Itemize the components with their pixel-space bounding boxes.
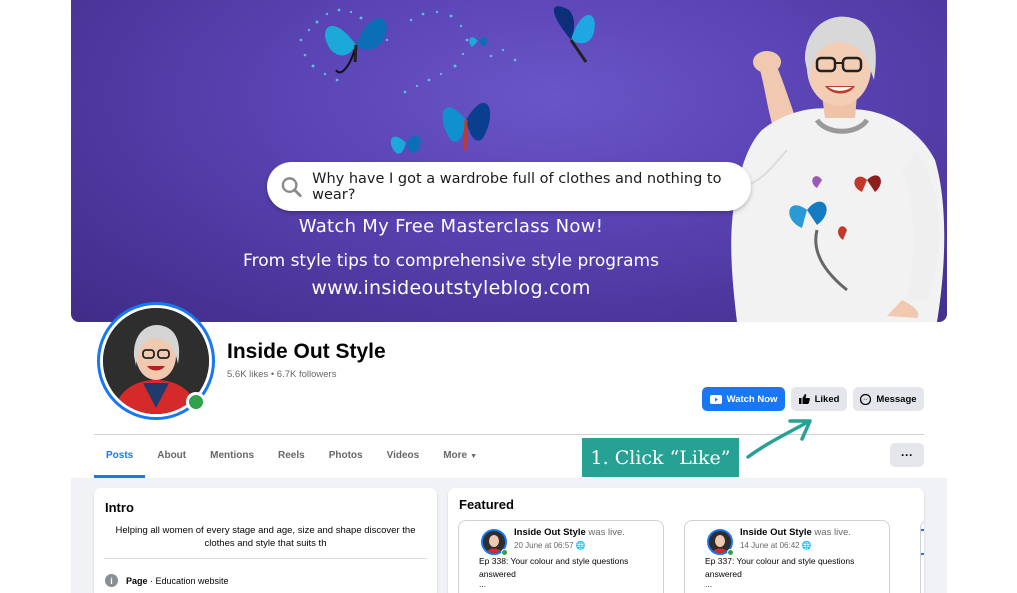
intro-divider (104, 558, 427, 559)
tab-label: Mentions (210, 450, 255, 461)
featured-date[interactable]: 14 June at 06:42 🌐 (740, 541, 812, 550)
cover-search-query: Why have I got a wardrobe full of clothe… (312, 170, 722, 203)
featured-heading: Featured (459, 497, 514, 512)
intro-bio: Helping all women of every stage and age… (115, 525, 416, 549)
live-suffix: was live. (585, 527, 625, 538)
facebook-page: Why have I got a wardrobe full of clothe… (0, 0, 1017, 593)
messenger-icon (860, 393, 872, 405)
butterfly-graphic (553, 6, 595, 63)
author-name[interactable]: Inside Out Style (740, 527, 812, 538)
message-label: Message (876, 393, 917, 405)
featured-item[interactable]: Inside Out Style was live. 20 June at 06… (458, 520, 664, 593)
cover-subheadline: From style tips to comprehensive style p… (243, 251, 659, 271)
page-category: i Page · Education website (105, 574, 229, 587)
featured-author: Inside Out Style was live. (514, 527, 625, 538)
tab-label: Posts (106, 450, 134, 461)
avatar (921, 529, 924, 555)
globe-icon: 🌐 (801, 541, 812, 550)
info-icon: i (105, 574, 118, 587)
tab-photos[interactable]: Photos (317, 444, 375, 478)
more-options-button[interactable]: ··· (890, 443, 924, 467)
cover-headline: Watch My Free Masterclass Now! (298, 216, 604, 237)
presenter-photo (731, 16, 945, 322)
cover-photo[interactable]: Why have I got a wardrobe full of clothe… (71, 0, 947, 322)
ellipsis-icon: ··· (901, 448, 913, 462)
featured-description: Ep 337: Your colour and style questions … (705, 556, 855, 579)
date-text: 20 June at 06:57 (514, 541, 574, 550)
live-suffix: was live. (811, 527, 851, 538)
tab-mentions[interactable]: Mentions (198, 444, 266, 478)
featured-card: Featured Inside Out Style was live. 20 J… (448, 488, 924, 593)
play-video-icon (709, 394, 722, 404)
intro-heading: Intro (105, 500, 134, 515)
tab-label: Reels (278, 450, 305, 461)
featured-date[interactable]: 20 June at 06:57 🌐 (514, 541, 586, 550)
tab-label: About (157, 450, 187, 461)
cover-search-bar: Why have I got a wardrobe full of clothe… (267, 162, 751, 211)
annotation-arrow-icon (746, 419, 812, 459)
tab-more[interactable]: More ▼ (431, 444, 489, 478)
featured-description: Ep 338: Your colour and style questions … (479, 556, 629, 579)
category-label: Page (126, 575, 148, 586)
watch-now-label: Watch Now (726, 393, 778, 405)
author-name[interactable]: Inside Out Style (514, 527, 586, 538)
featured-ellipsis: ... (479, 579, 487, 589)
tutorial-annotation: 1. Click “Like” (582, 438, 739, 477)
liked-label: Liked (814, 393, 840, 405)
tab-label: Videos (386, 450, 420, 461)
page-stats[interactable]: 5.6K likes • 6.7K followers (227, 369, 336, 380)
tab-about[interactable]: About (145, 444, 198, 478)
category-value: · Education website (147, 575, 229, 586)
featured-ellipsis: ... (705, 579, 713, 589)
tab-label: More (443, 450, 468, 461)
online-status-dot (186, 392, 206, 412)
tab-posts[interactable]: Posts (94, 444, 146, 478)
caret-down-icon: ▼ (470, 453, 478, 460)
butterfly-graphic (390, 135, 421, 154)
watch-now-button[interactable]: Watch Now (702, 387, 785, 411)
message-button[interactable]: Message (853, 387, 924, 411)
featured-item[interactable]: Inside Out Style was live. 14 June at 06… (684, 520, 890, 593)
page-title: Inside Out Style (227, 340, 386, 363)
featured-author: Inside Out Style was live. (740, 527, 851, 538)
featured-item-partial[interactable] (920, 520, 924, 593)
tab-videos[interactable]: Videos (375, 444, 432, 478)
page-tabs: Posts About Mentions Reels Photos Videos… (94, 444, 489, 478)
liked-button[interactable]: Liked (791, 387, 847, 411)
butterfly-graphic (325, 18, 387, 74)
tab-reels[interactable]: Reels (266, 444, 317, 478)
date-text: 14 June at 06:42 (740, 541, 800, 550)
search-icon (281, 176, 302, 197)
thumbs-up-icon (798, 394, 810, 404)
cover-url: www.insideoutstyleblog.com (311, 277, 591, 299)
butterfly-graphic (442, 102, 491, 151)
butterfly-graphic (469, 37, 487, 47)
intro-card: Intro Helping all women of every stage a… (94, 488, 437, 593)
globe-icon: 🌐 (575, 541, 586, 550)
tab-label: Photos (328, 450, 363, 461)
